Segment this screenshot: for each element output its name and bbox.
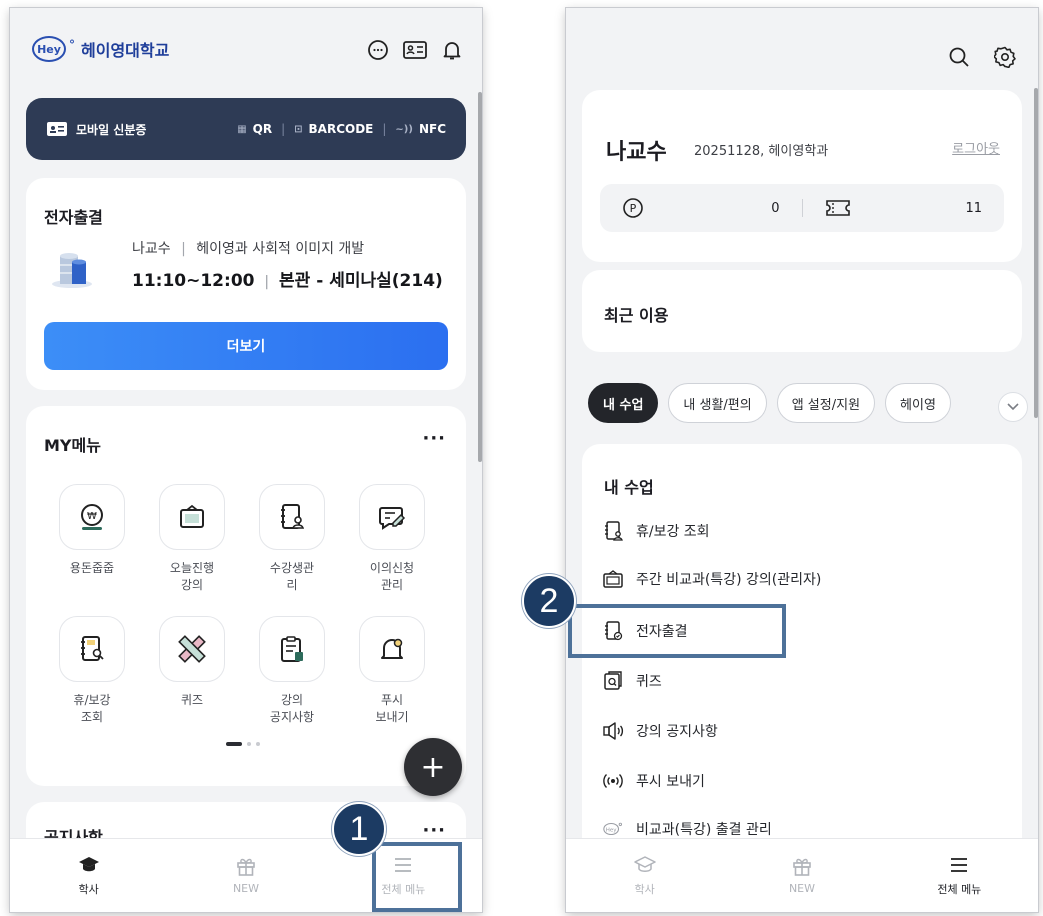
nfc-icon: ~)) <box>395 123 413 135</box>
header-actions <box>948 46 1016 72</box>
add-fab-button[interactable]: + <box>404 738 462 796</box>
step-badge-2: 2 <box>522 574 576 628</box>
nav-new[interactable]: NEW <box>723 839 880 912</box>
qr-option[interactable]: QR <box>253 122 272 136</box>
bell-plus-icon <box>359 616 425 682</box>
my-menu-title: MY메뉴 <box>44 436 101 455</box>
gear-icon[interactable] <box>993 46 1016 72</box>
hamburger-icon <box>951 857 968 872</box>
step-badge-1: 1 <box>332 802 386 856</box>
menu-item-quiz[interactable]: 퀴즈 <box>602 670 662 692</box>
tab-my-class[interactable]: 내 수업 <box>588 383 659 423</box>
database-icon <box>46 248 98 294</box>
menu-item-weekly-extracurricular[interactable]: 주간 비교과(특강) 강의(관리자) <box>602 568 821 590</box>
menu-item-makeup-class[interactable]: 휴/보강 조회 <box>602 520 710 542</box>
menu-item-extracurricular-attendance[interactable]: Hey 비교과(특강) 출결 관리 <box>602 818 772 840</box>
recent-title: 최근 이용 <box>604 306 669 325</box>
home-screen: Hey ° 헤이영대학교 모바일 신분증 ▦ QR | ⊡ BARCODE | … <box>10 8 482 912</box>
tv-icon <box>602 568 624 590</box>
attendance-more-button[interactable]: 더보기 <box>44 322 448 370</box>
nfc-option[interactable]: NFC <box>419 122 446 136</box>
menu-item-lecture-notice[interactable]: 강의 공지사항 <box>602 720 718 742</box>
speaker-icon <box>602 720 624 742</box>
highlight-electronic-attendance <box>568 604 786 658</box>
nav-all-menu[interactable]: 전체 메뉴 <box>881 839 1038 912</box>
nav-academic[interactable]: 학사 <box>566 839 723 912</box>
nav-academic[interactable]: 학사 <box>10 839 167 912</box>
menu-makeup-class[interactable]: 휴/보강 조회 <box>42 616 142 726</box>
notebook-user-icon <box>602 520 624 542</box>
tickets-stat[interactable]: 11 <box>803 198 1005 218</box>
course-info: 나교수 | 헤이영과 사회적 이미지 개발 <box>132 241 365 257</box>
gift-icon <box>237 858 255 876</box>
tab-app-settings[interactable]: 앱 설정/지원 <box>776 383 876 423</box>
category-tabs: 내 수업 내 생활/편의 앱 설정/지원 헤이영 <box>588 383 951 423</box>
profile-card: 나교수 20251128, 헤이영학과 로그아웃 P 0 11 <box>582 90 1022 262</box>
app-logo[interactable]: Hey ° 헤이영대학교 <box>32 36 169 62</box>
attendance-card: 전자출결 나교수 | 헤이영과 사회적 이미지 개발 11:10~12:00 |… <box>26 178 466 390</box>
tv-icon <box>159 484 225 550</box>
menu-section-title: 내 수업 <box>604 478 654 497</box>
id-card-icon[interactable] <box>402 38 428 62</box>
chevron-down-icon[interactable] <box>998 392 1028 422</box>
search-icon[interactable] <box>948 46 970 72</box>
menu-quiz[interactable]: 퀴즈 <box>142 616 242 709</box>
notebook-search-icon <box>59 616 125 682</box>
nav-new[interactable]: NEW <box>167 839 324 912</box>
broadcast-icon <box>602 770 624 792</box>
menu-allowance[interactable]: ₩ 용돈줍줍 <box>42 484 142 577</box>
my-menu-card: MY메뉴 ··· ₩ 용돈줍줍 오늘진행 강의 수강생관 리 이의신청 관리 휴… <box>26 406 466 786</box>
pencil-ruler-icon <box>159 616 225 682</box>
menu-student-management[interactable]: 수강생관 리 <box>242 484 342 594</box>
menu-appeal-management[interactable]: 이의신청 관리 <box>342 484 442 594</box>
quiz-icon <box>602 670 624 692</box>
my-menu-more-icon[interactable]: ··· <box>422 428 446 449</box>
all-menu-screen: 나교수 20251128, 헤이영학과 로그아웃 P 0 11 최근 이용 내 … <box>566 8 1038 912</box>
mobile-id-label: 모바일 신분증 <box>76 122 147 137</box>
header-actions <box>366 38 464 62</box>
hey-logo-icon: Hey <box>602 818 624 840</box>
menu-lecture-notice[interactable]: 강의 공지사항 <box>242 616 342 726</box>
mobile-id-card[interactable]: 모바일 신분증 ▦ QR | ⊡ BARCODE | ~)) NFC <box>26 98 466 160</box>
recent-card: 최근 이용 <box>582 270 1022 352</box>
scrollbar[interactable] <box>478 92 482 462</box>
id-badge-icon <box>47 122 67 136</box>
edit-message-icon <box>359 484 425 550</box>
app-header: Hey ° 헤이영대학교 <box>10 8 482 92</box>
coin-icon: ₩ <box>59 484 125 550</box>
tab-my-life[interactable]: 내 생활/편의 <box>668 383 767 423</box>
menu-push-send[interactable]: 푸시 보내기 <box>342 616 442 726</box>
graduation-cap-icon <box>633 855 656 872</box>
bottom-navigation: 학사 NEW 전체 메뉴 <box>566 838 1038 912</box>
user-id-dept: 20251128, 헤이영학과 <box>694 144 829 159</box>
chat-icon[interactable] <box>366 38 390 62</box>
class-schedule: 11:10~12:00 | 본관 - 세미나실(214) <box>132 271 443 291</box>
clipboard-icon <box>259 616 325 682</box>
menu-today-lecture[interactable]: 오늘진행 강의 <box>142 484 242 594</box>
points-stat[interactable]: P 0 <box>600 197 802 219</box>
point-icon: P <box>623 198 643 218</box>
user-name: 나교수 <box>606 140 667 165</box>
menu-item-push[interactable]: 푸시 보내기 <box>602 770 705 792</box>
barcode-icon: ⊡ <box>294 123 303 135</box>
tab-heyyoung[interactable]: 헤이영 <box>885 383 951 423</box>
user-stats: P 0 11 <box>600 184 1004 232</box>
attendance-title: 전자출결 <box>44 208 103 227</box>
university-name: 헤이영대학교 <box>81 41 170 60</box>
bell-icon[interactable] <box>440 38 464 62</box>
svg-text:₩: ₩ <box>87 511 97 522</box>
ticket-icon <box>825 200 850 216</box>
qr-icon: ▦ <box>237 123 247 135</box>
graduation-cap-icon <box>78 856 99 871</box>
hey-logo-icon: Hey <box>32 36 66 62</box>
logout-link[interactable]: 로그아웃 <box>952 138 1000 157</box>
page-indicator <box>226 742 260 746</box>
svg-text:P: P <box>630 202 637 215</box>
scrollbar[interactable] <box>1034 88 1038 418</box>
svg-text:Hey: Hey <box>606 827 618 833</box>
barcode-option[interactable]: BARCODE <box>309 122 374 136</box>
gift-icon <box>793 858 811 876</box>
highlight-all-menu <box>372 842 462 912</box>
notebook-user-icon <box>259 484 325 550</box>
